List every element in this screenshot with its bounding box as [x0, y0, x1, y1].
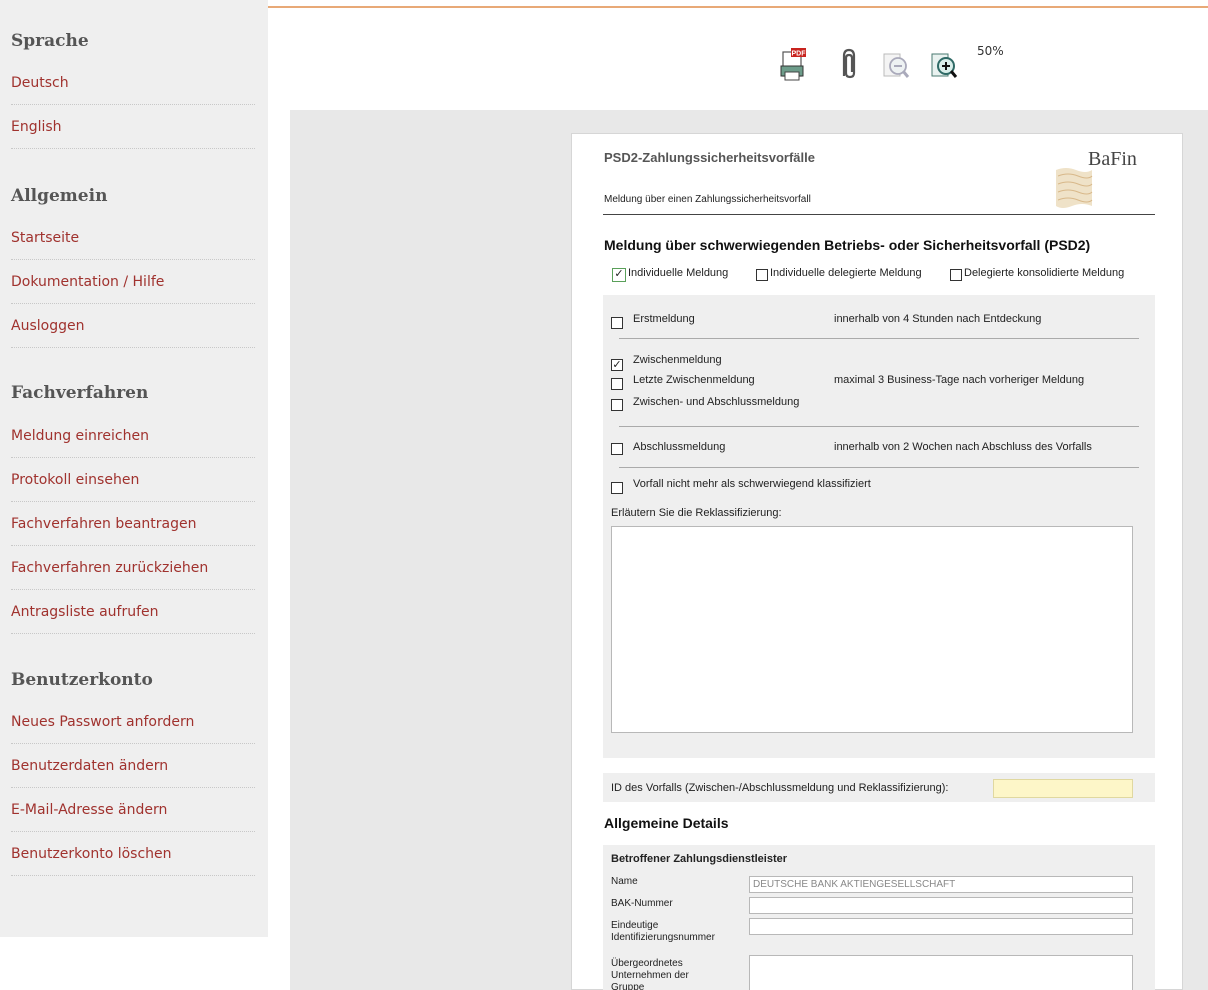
- doc-subtitle: Meldung über einen Zahlungssicherheitsvo…: [604, 194, 811, 205]
- note-abschlussmeldung: innerhalb von 2 Wochen nach Abschluss de…: [834, 441, 1092, 453]
- document-page: PSD2-Zahlungssicherheitsvorfälle Meldung…: [571, 133, 1183, 990]
- nav-english[interactable]: English: [11, 105, 255, 149]
- section-title-benutzerkonto: Benutzerkonto: [11, 670, 153, 690]
- note-erstmeldung: innerhalb von 4 Stunden nach Entdeckung: [834, 313, 1042, 325]
- checkbox-individuelle-meldung[interactable]: ✓: [612, 268, 626, 282]
- checkbox-delegierte-konsolidierte[interactable]: [950, 269, 962, 281]
- details-heading: Allgemeine Details: [604, 815, 729, 831]
- divider: [619, 467, 1139, 468]
- doc-title: PSD2-Zahlungssicherheitsvorfälle: [604, 150, 815, 165]
- label-letzte-zwischenmeldung: Letzte Zwischenmeldung: [633, 374, 755, 386]
- provider-heading: Betroffener Zahlungsdienstleister: [611, 853, 788, 865]
- bafin-logo-text: BaFin: [1088, 148, 1137, 170]
- section-title-allgemein: Allgemein: [11, 186, 108, 206]
- form-heading: Meldung über schwerwiegenden Betriebs- o…: [604, 237, 1091, 253]
- nav-deutsch[interactable]: Deutsch: [11, 61, 255, 105]
- attachment-icon[interactable]: [835, 46, 863, 82]
- zoom-in-icon[interactable]: [930, 46, 958, 82]
- label-uebergeordnetes-unternehmen: Übergeordnetes Unternehmen der Gruppe: [611, 958, 689, 990]
- label-erlaeutern: Erläutern Sie die Reklassifizierung:: [611, 507, 782, 519]
- nav-benutzerkonto-loeschen[interactable]: Benutzerkonto löschen: [11, 832, 255, 876]
- uebergeordnetes-unternehmen-field[interactable]: [749, 955, 1133, 990]
- checkbox-abschlussmeldung[interactable]: [611, 443, 623, 455]
- section-title-fachverfahren: Fachverfahren: [11, 383, 149, 403]
- identifizierungsnummer-field[interactable]: [749, 918, 1133, 935]
- name-field[interactable]: DEUTSCHE BANK AKTIENGESELLSCHAFT: [749, 876, 1133, 893]
- sidebar: Sprache Deutsch English Allgemein Starts…: [0, 0, 268, 937]
- checkbox-reklassifizierung[interactable]: [611, 482, 623, 494]
- nav-neues-passwort[interactable]: Neues Passwort anfordern: [11, 700, 255, 744]
- checkbox-individuelle-delegierte[interactable]: [756, 269, 768, 281]
- nav-meldung-einreichen[interactable]: Meldung einreichen: [11, 414, 255, 458]
- doc-title-divider: [603, 214, 1155, 215]
- checkbox-zwischenmeldung[interactable]: ✓: [611, 359, 623, 371]
- zoom-out-icon[interactable]: [882, 46, 910, 82]
- checkbox-zwischen-abschluss[interactable]: [611, 399, 623, 411]
- nav-startseite[interactable]: Startseite: [11, 216, 255, 260]
- nav-benutzerdaten-aendern[interactable]: Benutzerdaten ändern: [11, 744, 255, 788]
- nav-ausloggen[interactable]: Ausloggen: [11, 304, 255, 348]
- label-bak-nummer: BAK-Nummer: [611, 898, 673, 909]
- section-title-sprache: Sprache: [11, 31, 89, 51]
- label-erstmeldung: Erstmeldung: [633, 313, 695, 325]
- nav-dokumentation-hilfe[interactable]: Dokumentation / Hilfe: [11, 260, 255, 304]
- label-abschlussmeldung: Abschlussmeldung: [633, 441, 726, 453]
- zoom-level: 50%: [977, 44, 1004, 58]
- nav-email-aendern[interactable]: E-Mail-Adresse ändern: [11, 788, 255, 832]
- label-individuelle-meldung: Individuelle Meldung: [628, 267, 729, 279]
- nav-protokoll-einsehen[interactable]: Protokoll einsehen: [11, 458, 255, 502]
- checkbox-erstmeldung[interactable]: [611, 317, 623, 329]
- incident-id-input[interactable]: [993, 779, 1133, 798]
- label-identifizierungsnummer: Eindeutige Identifizierungsnummer: [611, 920, 715, 943]
- label-name: Name: [611, 876, 638, 887]
- nav-antragsliste-aufrufen[interactable]: Antragsliste aufrufen: [11, 590, 255, 634]
- label-individuelle-delegierte: Individuelle delegierte Meldung: [770, 267, 922, 279]
- note-zwischenmeldung: maximal 3 Business-Tage nach vorheriger …: [834, 374, 1085, 386]
- checkbox-letzte-zwischenmeldung[interactable]: [611, 378, 623, 390]
- nav-fachverfahren-zurueckziehen[interactable]: Fachverfahren zurückziehen: [11, 546, 255, 590]
- label-incident-id: ID des Vorfalls (Zwischen-/Abschlussmeld…: [611, 782, 949, 794]
- label-zwischen-abschluss: Zwischen- und Abschlussmeldung: [633, 396, 800, 408]
- pdf-export-icon[interactable]: PDF: [779, 46, 807, 82]
- bak-nummer-field[interactable]: [749, 897, 1133, 914]
- label-zwischenmeldung: Zwischenmeldung: [633, 354, 722, 366]
- divider: [619, 426, 1139, 427]
- divider: [619, 338, 1139, 339]
- nav-fachverfahren-beantragen[interactable]: Fachverfahren beantragen: [11, 502, 255, 546]
- pdf-badge-text: PDF: [792, 51, 807, 58]
- reclassification-textarea[interactable]: [611, 526, 1133, 733]
- label-reklassifizierung: Vorfall nicht mehr als schwerwiegend kla…: [633, 478, 871, 490]
- label-delegierte-konsolidierte: Delegierte konsolidierte Meldung: [964, 267, 1125, 279]
- header-accent-line: [268, 6, 1208, 8]
